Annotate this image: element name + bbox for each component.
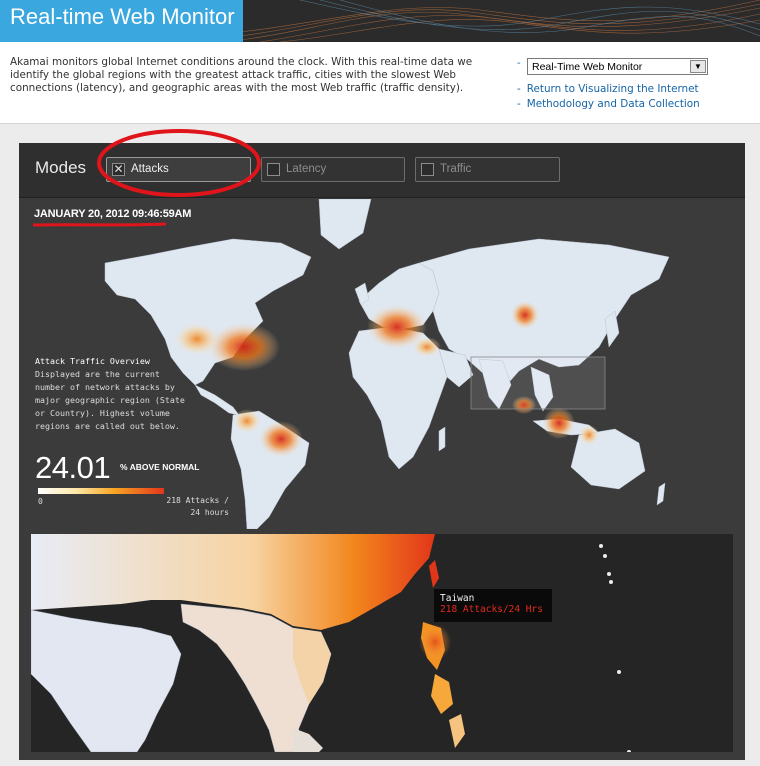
above-normal-label: % ABOVE NORMAL bbox=[120, 462, 200, 472]
app-title-tab: Real-time Web Monitor bbox=[0, 0, 243, 42]
overview-line: major geographic region (State bbox=[35, 395, 185, 405]
heat-spot-brazil bbox=[259, 421, 303, 457]
zoomed-region-map: Taiwan 218 Attacks/24 Hrs bbox=[31, 534, 733, 752]
heat-spot-russia bbox=[511, 301, 539, 329]
app-title: Real-time Web Monitor bbox=[10, 4, 235, 29]
heat-spot-korea bbox=[579, 425, 599, 445]
checkbox-icon[interactable] bbox=[267, 163, 280, 176]
overview-line: or Country). Highest volume bbox=[35, 408, 170, 418]
checkbox-icon[interactable] bbox=[421, 163, 434, 176]
above-normal-value: 24.01 bbox=[35, 450, 111, 485]
modes-bar: Modes ✕ Attacks Latency Traffic bbox=[19, 129, 745, 198]
map-timestamp: JANUARY 20, 2012 09:46:59AM bbox=[34, 208, 192, 220]
mode-latency-button[interactable]: Latency bbox=[261, 157, 405, 182]
heat-spot-usa-east bbox=[208, 323, 280, 371]
overview-title: Attack Traffic Overview bbox=[35, 356, 150, 366]
link-label[interactable]: Return to Visualizing the Internet bbox=[527, 83, 699, 95]
intro-description: Akamai monitors global Internet conditio… bbox=[10, 56, 473, 94]
header-wave-graphic bbox=[240, 0, 760, 42]
tooltip-region: Taiwan bbox=[440, 593, 475, 604]
link-methodology[interactable]: - Methodology and Data Collection bbox=[517, 98, 700, 110]
heat-spot-turkey bbox=[413, 337, 441, 357]
heat-spot-china-east bbox=[543, 407, 575, 439]
header-bar: Real-time Web Monitor bbox=[0, 0, 760, 42]
zoomed-map-graphic bbox=[31, 534, 631, 752]
view-select-dropdown[interactable]: Real-Time Web Monitor ▼ bbox=[527, 58, 708, 75]
chevron-down-icon[interactable]: ▼ bbox=[690, 60, 706, 73]
overview-line: Displayed are the current bbox=[35, 369, 160, 379]
scale-min-label: 0 bbox=[38, 497, 43, 506]
red-annotation-circle bbox=[97, 129, 261, 197]
link-return-visualizing[interactable]: - Return to Visualizing the Internet bbox=[517, 83, 699, 95]
select-bullet: - bbox=[517, 58, 521, 69]
mode-label: Traffic bbox=[440, 163, 472, 175]
modes-label: Modes bbox=[35, 158, 87, 177]
monitor-panel: Modes ✕ Attacks Latency Traffic JANUARY … bbox=[19, 129, 745, 760]
zoom-selection-box bbox=[470, 356, 606, 410]
mode-traffic-button[interactable]: Traffic bbox=[415, 157, 560, 182]
view-select-value: Real-Time Web Monitor bbox=[532, 61, 643, 73]
intro-section: Akamai monitors global Internet conditio… bbox=[0, 42, 760, 124]
region-tooltip: Taiwan 218 Attacks/24 Hrs bbox=[434, 589, 552, 622]
attack-overview: Attack Traffic Overview Displayed are th… bbox=[35, 355, 185, 433]
attack-scale-bar bbox=[38, 488, 164, 494]
tooltip-value: 218 Attacks/24 Hrs bbox=[440, 604, 543, 615]
overview-line: number of network attacks by bbox=[35, 382, 175, 392]
red-annotation-underline bbox=[32, 222, 167, 227]
overview-line: regions are called out below. bbox=[35, 421, 180, 431]
link-label[interactable]: Methodology and Data Collection bbox=[527, 98, 700, 110]
heat-spot-colombia bbox=[233, 409, 261, 433]
scale-max-label: 218 Attacks / 24 hours bbox=[166, 496, 229, 517]
heat-spot-usa-west bbox=[175, 323, 219, 355]
mode-label: Latency bbox=[286, 163, 327, 175]
